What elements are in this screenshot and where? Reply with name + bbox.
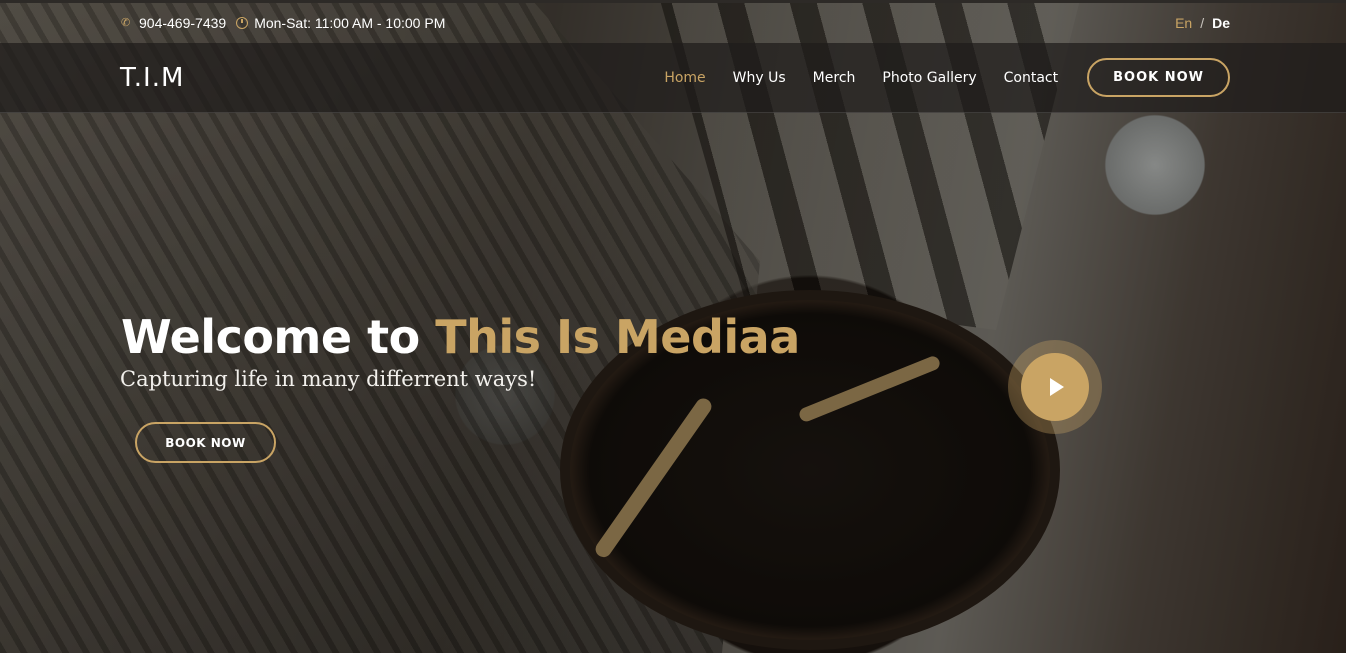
language-switcher: En / De xyxy=(1175,15,1230,31)
hero-book-now-button[interactable]: BOOK NOW xyxy=(135,422,276,463)
phone-number[interactable]: 904-469-7439 xyxy=(139,15,226,31)
main-nav: Home Why Us Merch Photo Gallery Contact … xyxy=(664,58,1230,97)
clock-icon xyxy=(236,17,249,29)
nav-book-now-button[interactable]: BOOK NOW xyxy=(1087,58,1230,97)
main-navbar: T.I.M Home Why Us Merch Photo Gallery Co… xyxy=(0,43,1346,113)
nav-item-merch[interactable]: Merch xyxy=(813,70,856,86)
contact-info: ✆ 904-469-7439 Mon-Sat: 11:00 AM - 10:00… xyxy=(121,15,451,31)
nav-item-home[interactable]: Home xyxy=(664,70,705,86)
top-info-bar: ✆ 904-469-7439 Mon-Sat: 11:00 AM - 10:00… xyxy=(0,0,1346,43)
play-button-circle[interactable] xyxy=(1021,353,1089,421)
site-logo[interactable]: T.I.M xyxy=(120,63,184,93)
lang-en-link[interactable]: En xyxy=(1175,15,1192,31)
phone-item[interactable]: ✆ 904-469-7439 xyxy=(121,15,226,31)
hero-title: Welcome to This Is Mediaa xyxy=(121,310,800,364)
hero-title-prefix: Welcome to xyxy=(121,310,420,364)
nav-item-photo-gallery[interactable]: Photo Gallery xyxy=(882,70,976,86)
hours-item: Mon-Sat: 11:00 AM - 10:00 PM xyxy=(236,15,445,31)
nav-item-contact[interactable]: Contact xyxy=(1004,70,1058,86)
video-play-button[interactable] xyxy=(1008,340,1102,434)
hero-subtitle: Capturing life in many differrent ways! xyxy=(120,367,537,391)
phone-icon: ✆ xyxy=(121,17,131,29)
play-icon xyxy=(1050,378,1064,396)
nav-item-why-us[interactable]: Why Us xyxy=(733,70,786,86)
lang-de-link[interactable]: De xyxy=(1212,15,1230,31)
hero-title-brand: This Is Mediaa xyxy=(435,310,800,364)
lang-separator: / xyxy=(1200,15,1205,31)
opening-hours: Mon-Sat: 11:00 AM - 10:00 PM xyxy=(254,15,446,31)
